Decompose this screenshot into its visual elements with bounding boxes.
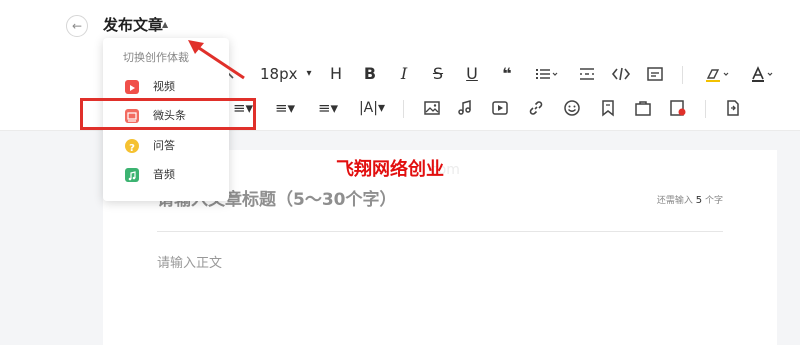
image-icon[interactable] (422, 98, 442, 118)
underline-button[interactable]: U (464, 64, 480, 84)
toolbar-divider (682, 66, 683, 84)
strikethrough-button[interactable]: S (430, 64, 446, 84)
import-document-icon[interactable] (723, 98, 743, 118)
bold-button[interactable]: B (362, 64, 378, 84)
menu-item-audio[interactable]: 音频 (123, 165, 223, 185)
menu-item-label: 问答 (153, 139, 175, 152)
indent-button[interactable]: ≡▾ (315, 98, 341, 118)
counter-prefix: 还需输入 (656, 196, 693, 206)
music-icon[interactable] (455, 98, 475, 118)
page-title[interactable]: 发布文章 (103, 14, 163, 36)
caret-up-icon[interactable]: ▲ (162, 20, 168, 30)
font-color-icon[interactable] (749, 64, 777, 84)
toolbar-divider (403, 100, 404, 118)
code-icon[interactable] (610, 64, 632, 84)
heading-button[interactable]: H (328, 64, 344, 84)
counter-value: 5 (695, 195, 703, 206)
vote-icon[interactable] (668, 98, 688, 118)
video-icon (125, 80, 139, 94)
title-char-counter: 还需输入 5 个字 (657, 195, 723, 207)
back-icon[interactable]: ← (66, 15, 88, 37)
list-icon[interactable] (534, 64, 560, 84)
font-size-select[interactable]: 18px (260, 64, 300, 84)
link-icon[interactable] (526, 98, 546, 118)
annotation-highlight-box (80, 98, 256, 130)
video-icon[interactable] (490, 98, 510, 118)
text-box-icon[interactable] (645, 64, 665, 84)
font-size-caret-icon[interactable]: ▾ (303, 64, 315, 84)
article-body-input[interactable]: 请输入正文 (157, 255, 222, 273)
toolbar-divider (705, 100, 706, 118)
emoji-icon[interactable] (562, 98, 582, 118)
menu-item-label: 音频 (153, 168, 175, 181)
audio-icon (125, 168, 139, 182)
divider-line-icon[interactable] (577, 64, 597, 84)
counter-suffix: 个字 (704, 196, 723, 206)
highlight-icon[interactable] (703, 64, 731, 84)
quote-button[interactable]: ❝ (498, 64, 516, 84)
question-icon: ? (125, 139, 139, 154)
title-divider (157, 231, 723, 232)
menu-item-qa[interactable]: ? 问答 (123, 136, 223, 156)
annotation-arrow-icon (188, 40, 245, 80)
bag-icon[interactable] (633, 98, 653, 118)
line-height-button[interactable]: ≡▾ (272, 98, 298, 118)
svg-text:?: ? (129, 143, 135, 154)
italic-button[interactable]: I (396, 64, 412, 84)
bookmark-icon[interactable] (598, 98, 618, 118)
letter-spacing-button[interactable]: |A|▾ (356, 98, 388, 118)
menu-item-label: 视频 (153, 80, 175, 93)
watermark-text: 飞翔网络创业 (336, 159, 444, 180)
